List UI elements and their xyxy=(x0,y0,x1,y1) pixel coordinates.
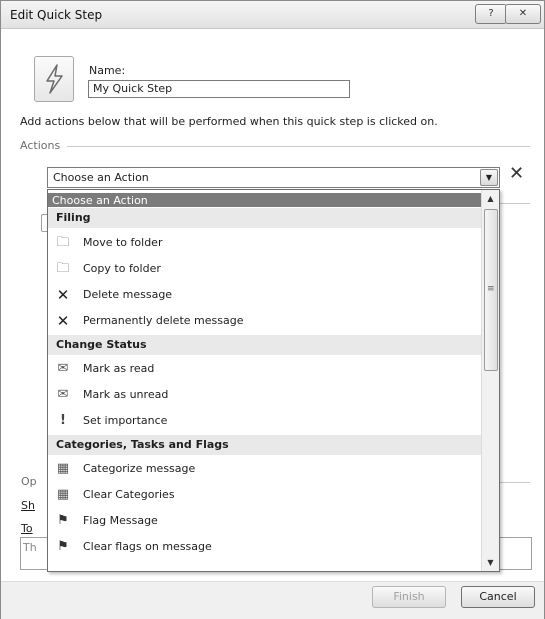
group-header-change-status: Change Status xyxy=(48,335,481,355)
tooltip-text-fragment: Th xyxy=(23,541,37,554)
action-combobox[interactable]: Choose an Action ▼ xyxy=(47,167,500,188)
flag-icon: ⚑ xyxy=(57,513,69,528)
instructions-text: Add actions below that will be performed… xyxy=(20,115,438,128)
dropdown-scrollbar[interactable]: ▲ ≡ ▼ xyxy=(481,190,499,571)
dropdown-item-clear-flags[interactable]: ⚑ Clear flags on message xyxy=(48,534,481,560)
options-label-fragment: Op xyxy=(21,475,37,488)
dropdown-item-label: Flag Message xyxy=(83,514,158,527)
edit-quick-step-dialog: Edit Quick Step ? ✕ Name: My Quick Step … xyxy=(0,0,545,619)
remove-action-icon[interactable]: ✕ xyxy=(509,163,524,184)
dropdown-item-label: Clear Categories xyxy=(83,488,175,501)
dropdown-item-flag-message[interactable]: ⚑ Flag Message xyxy=(48,508,481,534)
dropdown-item-clear-categories[interactable]: ▦ Clear Categories xyxy=(48,482,481,508)
cancel-button[interactable]: Cancel xyxy=(461,586,535,608)
scroll-grip-icon: ≡ xyxy=(487,284,495,294)
group-header-label: Change Status xyxy=(56,338,147,351)
dropdown-item-label: Permanently delete message xyxy=(83,314,244,327)
shortcut-label-fragment: Sh xyxy=(21,499,35,512)
dropdown-item-permanently-delete[interactable]: ✕ Permanently delete message xyxy=(48,308,481,334)
group-header-label: Categories, Tasks and Flags xyxy=(56,438,229,451)
quick-step-icon-button[interactable] xyxy=(34,56,74,102)
dropdown-item-label: Categorize message xyxy=(83,462,196,475)
move-to-folder-icon: 🗀 xyxy=(56,235,70,250)
window-title: Edit Quick Step xyxy=(10,8,103,22)
close-button[interactable]: ✕ xyxy=(505,4,541,24)
mark-unread-icon: ✉ xyxy=(57,387,69,402)
importance-icon: ! xyxy=(60,413,66,428)
name-label: Name: xyxy=(89,64,126,77)
dropdown-item-set-importance[interactable]: ! Set importance xyxy=(48,408,481,434)
dropdown-item-label: Copy to folder xyxy=(83,262,161,275)
dialog-footer: Finish Cancel xyxy=(1,581,544,619)
name-field[interactable]: My Quick Step xyxy=(88,80,350,98)
action-dropdown-list[interactable]: Choose an Action Filing 🗀 Move to folder… xyxy=(47,189,500,572)
options-divider xyxy=(498,482,530,483)
actions-divider xyxy=(67,146,530,147)
clear-flag-icon: ⚑ xyxy=(57,539,69,554)
dropdown-item-mark-as-read[interactable]: ✉ Mark as read xyxy=(48,356,481,382)
actions-section-label: Actions xyxy=(20,139,61,152)
group-header-label: Filing xyxy=(56,211,91,224)
copy-to-folder-icon: 🗀 xyxy=(56,261,70,276)
chevron-down-icon[interactable]: ▼ xyxy=(480,169,498,186)
help-button[interactable]: ? xyxy=(475,4,507,24)
dropdown-item-categorize[interactable]: ▦ Categorize message xyxy=(48,456,481,482)
group-header-filing: Filing xyxy=(48,208,481,228)
mark-read-icon: ✉ xyxy=(57,361,69,376)
dropdown-item-delete-message[interactable]: ✕ Delete message xyxy=(48,282,481,308)
dropdown-item-mark-as-unread[interactable]: ✉ Mark as unread xyxy=(48,382,481,408)
dropdown-item-label: Delete message xyxy=(83,288,173,301)
background-divider xyxy=(498,203,530,204)
scroll-up-icon[interactable]: ▲ xyxy=(482,190,499,207)
tooltip-label-fragment: To xyxy=(21,522,33,535)
title-bar: Edit Quick Step ? ✕ xyxy=(1,1,544,29)
action-combobox-value: Choose an Action xyxy=(53,171,149,184)
dropdown-item-move-to-folder[interactable]: 🗀 Move to folder xyxy=(48,230,481,256)
finish-button[interactable]: Finish xyxy=(372,586,446,608)
group-header-categories: Categories, Tasks and Flags xyxy=(48,435,481,455)
clear-categories-icon: ▦ xyxy=(56,487,70,502)
dropdown-item-label: Move to folder xyxy=(83,236,163,249)
scrollbar-thumb[interactable]: ≡ xyxy=(484,209,498,371)
dropdown-item-label: Choose an Action xyxy=(52,194,148,207)
dropdown-item-copy-to-folder[interactable]: 🗀 Copy to folder xyxy=(48,256,481,282)
categorize-icon: ▦ xyxy=(56,461,70,476)
dropdown-item-label: Clear flags on message xyxy=(83,540,212,553)
lightning-icon xyxy=(46,64,63,94)
dropdown-item-choose-action[interactable]: Choose an Action xyxy=(48,193,481,207)
dropdown-item-label: Mark as read xyxy=(83,362,155,375)
dropdown-item-label: Mark as unread xyxy=(83,388,169,401)
scroll-down-icon[interactable]: ▼ xyxy=(482,554,499,571)
delete-icon: ✕ xyxy=(56,286,70,304)
dropdown-item-label: Set importance xyxy=(83,414,168,427)
permanent-delete-icon: ✕ xyxy=(56,312,70,330)
